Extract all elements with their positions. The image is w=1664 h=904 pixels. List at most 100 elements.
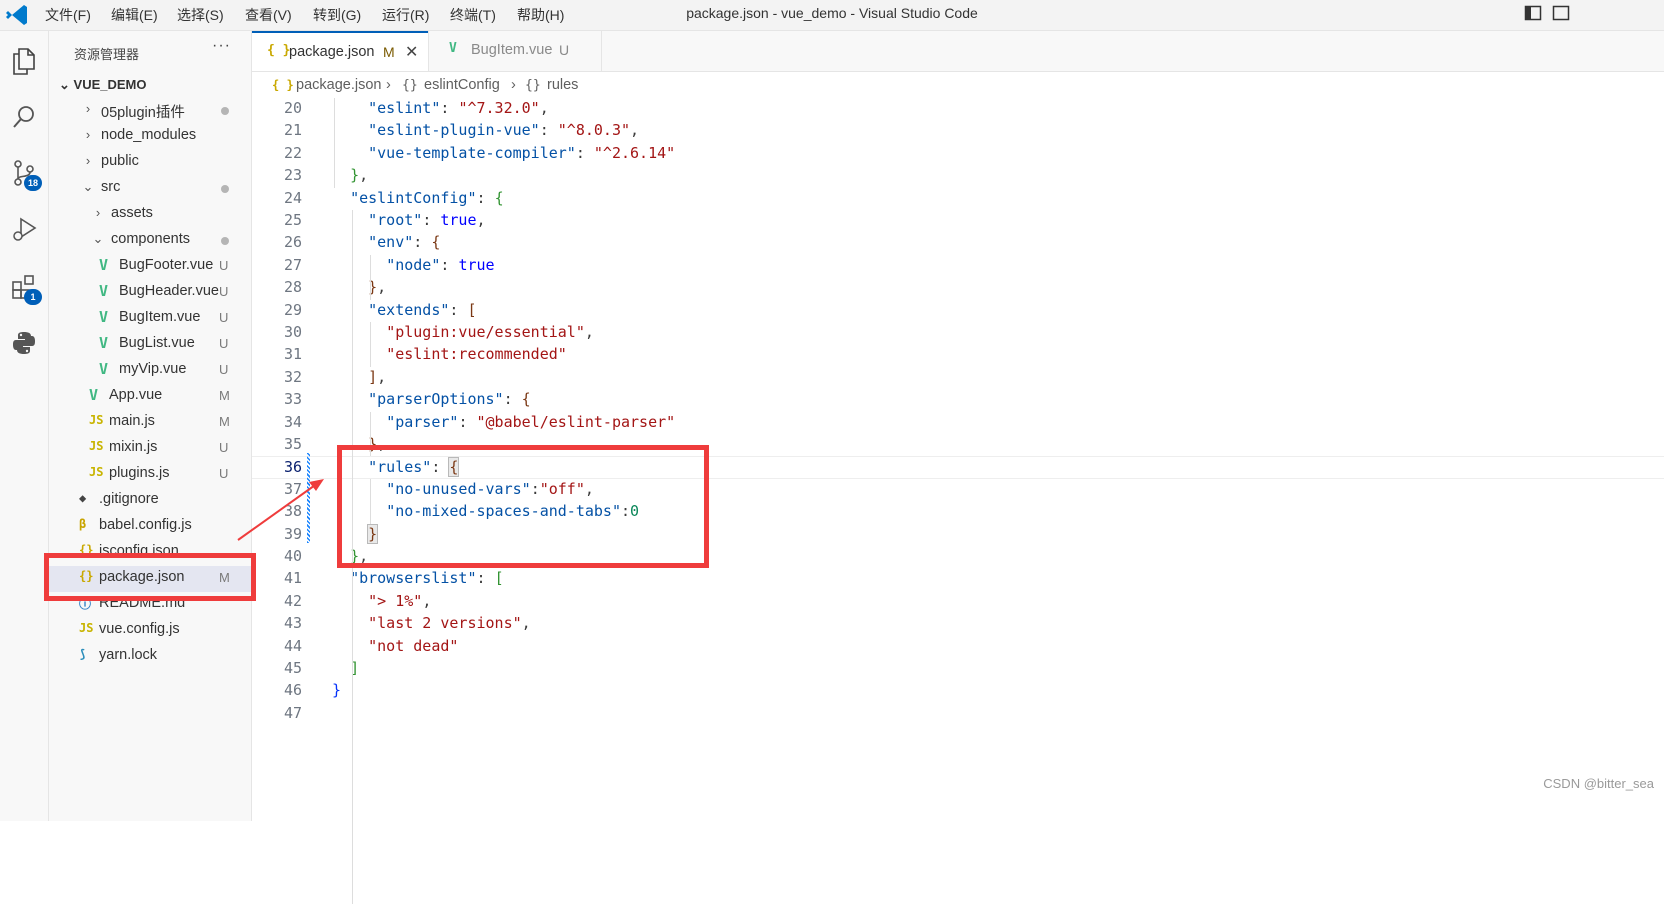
source-control-badge: 18 xyxy=(24,175,42,191)
code-line: 29 "extends": [ xyxy=(252,300,1664,322)
line-number: 25 xyxy=(283,211,302,229)
code-token: : xyxy=(575,143,594,162)
tree-file[interactable]: JS plugins.js U xyxy=(49,462,251,488)
code-token: "^8.0.3" xyxy=(557,121,631,140)
tree-file[interactable]: V BugList.vue U xyxy=(49,332,251,358)
tree-file[interactable]: JS mixin.js U xyxy=(49,436,251,462)
code-text: "eslint:recommended" xyxy=(332,345,567,363)
code-token: "@babel/eslint-parser" xyxy=(476,412,676,431)
tree-file[interactable]: V BugItem.vue U xyxy=(49,306,251,332)
explorer-icon[interactable] xyxy=(0,37,48,85)
close-icon[interactable]: ✕ xyxy=(405,42,418,62)
tree-item-label: yarn.lock xyxy=(99,647,158,663)
code-token: "eslintConfig" xyxy=(350,188,477,207)
breadcrumb-eslintconfig[interactable]: eslintConfig xyxy=(424,77,500,93)
code-line: 34 "parser": "@babel/eslint-parser" xyxy=(252,412,1664,434)
code-text: "browserslist": [ xyxy=(332,569,504,587)
line-number: 30 xyxy=(283,323,302,341)
code-token: , xyxy=(539,99,549,117)
code-line: 28 }, xyxy=(252,277,1664,299)
toggle-sidebar-icon[interactable] xyxy=(1524,4,1542,27)
tree-folder[interactable]: › assets xyxy=(49,202,251,228)
code-line: 24 "eslintConfig": { xyxy=(252,188,1664,210)
tree-item-label: 05plugin插件 xyxy=(101,105,185,121)
code-line: 44 "not dead" xyxy=(252,636,1664,658)
breadcrumb-rules[interactable]: rules xyxy=(547,77,578,93)
line-number: 35 xyxy=(283,435,302,453)
code-token: : xyxy=(449,300,468,319)
tree-folder[interactable]: › 05plugin插件 xyxy=(49,98,251,124)
git-status-badge: U xyxy=(219,362,229,377)
tab-package-json[interactable]: { } package.json M ✕ xyxy=(252,31,428,71)
line-number: 22 xyxy=(283,143,302,162)
tree-file[interactable]: ◆ .gitignore xyxy=(49,488,251,514)
tree-file[interactable]: JS vue.config.js xyxy=(49,618,251,644)
tree-folder[interactable]: ⌄ components xyxy=(49,228,251,254)
breadcrumb-file[interactable]: package.json xyxy=(296,77,381,93)
tree-file[interactable]: V BugHeader.vue U xyxy=(49,280,251,306)
vue-file-icon: V xyxy=(99,360,109,378)
toggle-panel-icon[interactable] xyxy=(1552,4,1570,27)
chevron-right-icon: › xyxy=(85,127,91,142)
tree-file[interactable]: JS main.js M xyxy=(49,410,251,436)
tree-file[interactable]: VmyVip.vue U xyxy=(49,358,251,384)
modified-dot-icon xyxy=(221,237,229,245)
gutter-change-marker xyxy=(307,453,310,543)
run-debug-icon[interactable] xyxy=(0,205,48,253)
line-number: 23 xyxy=(283,166,302,185)
js-file-icon: JS xyxy=(89,439,104,453)
code-text: "eslintConfig": { xyxy=(332,189,504,207)
tab-bugitem-vue[interactable]: V BugItem.vue U xyxy=(428,31,602,71)
modified-dot-icon xyxy=(221,107,229,115)
code-token: "eslint" xyxy=(368,99,441,117)
code-text: "parserOptions": { xyxy=(332,390,531,408)
tab-label: package.json xyxy=(289,44,375,60)
tree-folder[interactable]: › public xyxy=(49,150,251,176)
object-icon: {} xyxy=(525,78,541,93)
code-token: , xyxy=(422,591,432,610)
line-number: 33 xyxy=(283,390,302,409)
source-control-icon[interactable]: 18 xyxy=(0,149,48,197)
code-token: : xyxy=(440,255,459,274)
line-number: 40 xyxy=(283,547,302,565)
code-token: "parserOptions" xyxy=(368,390,504,409)
code-text: "eslint-plugin-vue": "^8.0.3", xyxy=(332,121,639,139)
line-number: 24 xyxy=(283,188,302,207)
tree-folder[interactable]: › node_modules xyxy=(49,124,251,150)
vue-file-icon: V xyxy=(99,308,109,326)
indent-guide xyxy=(370,254,371,300)
code-text: }, xyxy=(332,278,386,296)
extensions-icon[interactable]: 1 xyxy=(0,263,48,311)
python-icon[interactable] xyxy=(0,319,48,367)
project-root[interactable]: ⌄ VUE_DEMO xyxy=(59,77,147,93)
explorer-sidebar: 资源管理器 ··· ⌄ VUE_DEMO › 05plugin插件 › node_mo… xyxy=(49,31,252,821)
code-text: "> 1%", xyxy=(332,592,431,610)
tree-folder[interactable]: ⌄ src xyxy=(49,176,251,202)
code-token: { xyxy=(431,233,441,252)
tree-item-label: main.js xyxy=(109,413,155,429)
tree-item-label: myVip.vue xyxy=(119,361,187,377)
search-icon[interactable] xyxy=(0,93,48,141)
more-actions-icon[interactable]: ··· xyxy=(212,37,231,55)
chevron-right-icon: › xyxy=(386,77,391,93)
code-token: "eslint:recommended" xyxy=(386,345,567,364)
tree-file[interactable]: β babel.config.js xyxy=(49,514,251,540)
tree-file[interactable]: V BugFooter.vue U xyxy=(49,254,251,280)
line-number: 43 xyxy=(283,614,302,633)
tree-file[interactable]: V App.vue M xyxy=(49,384,251,410)
tree-file[interactable]: ⟆ yarn.lock xyxy=(49,644,251,670)
code-token: : xyxy=(476,188,495,207)
tab-status-untracked: U xyxy=(559,42,570,58)
line-number: 27 xyxy=(283,255,302,274)
code-line: 27 "node": true xyxy=(252,255,1664,277)
chevron-right-icon: › xyxy=(85,153,91,168)
code-token: "extends" xyxy=(368,300,450,319)
